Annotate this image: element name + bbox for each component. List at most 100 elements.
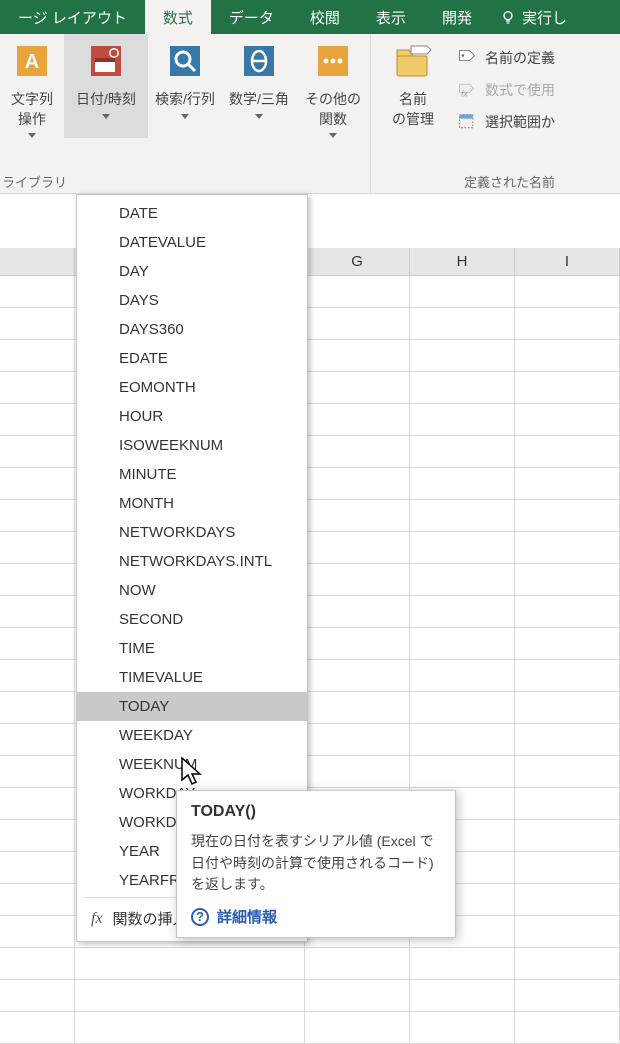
cell[interactable] bbox=[410, 308, 515, 340]
cell[interactable] bbox=[305, 692, 410, 724]
cell[interactable] bbox=[0, 628, 75, 660]
tab-review[interactable]: 校閲 bbox=[292, 0, 358, 34]
cell[interactable] bbox=[410, 1012, 515, 1044]
cell[interactable] bbox=[0, 852, 75, 884]
cell[interactable] bbox=[515, 372, 620, 404]
cell[interactable] bbox=[515, 404, 620, 436]
cell[interactable] bbox=[0, 468, 75, 500]
cell[interactable] bbox=[305, 404, 410, 436]
menu-item-edate[interactable]: EDATE bbox=[77, 344, 307, 373]
menu-item-weekday[interactable]: WEEKDAY bbox=[77, 721, 307, 750]
cell[interactable] bbox=[410, 564, 515, 596]
cell[interactable] bbox=[515, 628, 620, 660]
cell[interactable] bbox=[410, 500, 515, 532]
menu-item-networkdays[interactable]: NETWORKDAYS bbox=[77, 518, 307, 547]
cell[interactable] bbox=[0, 788, 75, 820]
cell[interactable] bbox=[410, 468, 515, 500]
cell[interactable] bbox=[0, 820, 75, 852]
cell[interactable] bbox=[305, 596, 410, 628]
cell[interactable] bbox=[515, 980, 620, 1012]
cell[interactable] bbox=[305, 436, 410, 468]
cell[interactable] bbox=[410, 372, 515, 404]
cell[interactable] bbox=[0, 372, 75, 404]
menu-item-timevalue[interactable]: TIMEVALUE bbox=[77, 663, 307, 692]
cell[interactable] bbox=[305, 468, 410, 500]
cell[interactable] bbox=[0, 596, 75, 628]
cell[interactable] bbox=[410, 532, 515, 564]
cell[interactable] bbox=[305, 340, 410, 372]
cell[interactable] bbox=[515, 500, 620, 532]
cell[interactable] bbox=[0, 404, 75, 436]
cell[interactable] bbox=[410, 980, 515, 1012]
menu-item-now[interactable]: NOW bbox=[77, 576, 307, 605]
cell[interactable] bbox=[410, 660, 515, 692]
cell[interactable] bbox=[0, 756, 75, 788]
cell[interactable] bbox=[75, 1012, 305, 1044]
cell[interactable] bbox=[410, 692, 515, 724]
lookup-functions-button[interactable]: 検索/行列 bbox=[148, 34, 222, 138]
cell[interactable] bbox=[410, 724, 515, 756]
col-header-i[interactable]: I bbox=[515, 248, 620, 275]
menu-item-days[interactable]: DAYS bbox=[77, 286, 307, 315]
use-in-formula-button[interactable]: fx 数式で使用 bbox=[455, 74, 557, 106]
menu-item-weeknum[interactable]: WEEKNUM bbox=[77, 750, 307, 779]
cell[interactable] bbox=[410, 948, 515, 980]
cell[interactable] bbox=[515, 916, 620, 948]
cell[interactable] bbox=[515, 468, 620, 500]
cell[interactable] bbox=[515, 820, 620, 852]
cell[interactable] bbox=[305, 564, 410, 596]
cell[interactable] bbox=[410, 276, 515, 308]
cell[interactable] bbox=[515, 884, 620, 916]
cell[interactable] bbox=[515, 276, 620, 308]
cell[interactable] bbox=[305, 500, 410, 532]
cell[interactable] bbox=[305, 276, 410, 308]
cell[interactable] bbox=[305, 308, 410, 340]
create-from-selection-button[interactable]: 選択範囲か bbox=[455, 106, 557, 138]
cell[interactable] bbox=[410, 436, 515, 468]
cell[interactable] bbox=[305, 756, 410, 788]
cell[interactable] bbox=[0, 500, 75, 532]
cell[interactable] bbox=[410, 596, 515, 628]
cell[interactable] bbox=[305, 628, 410, 660]
col-header-h[interactable]: H bbox=[410, 248, 515, 275]
cell[interactable] bbox=[0, 980, 75, 1012]
menu-item-minute[interactable]: MINUTE bbox=[77, 460, 307, 489]
name-manager-button[interactable]: 名前 の管理 bbox=[379, 34, 447, 129]
cell[interactable] bbox=[515, 308, 620, 340]
cell[interactable] bbox=[0, 724, 75, 756]
cell[interactable] bbox=[515, 788, 620, 820]
tell-me[interactable]: 実行し bbox=[490, 0, 577, 34]
menu-item-today[interactable]: TODAY bbox=[77, 692, 307, 721]
cell[interactable] bbox=[75, 948, 305, 980]
tab-view[interactable]: 表示 bbox=[358, 0, 424, 34]
cell[interactable] bbox=[305, 980, 410, 1012]
cell[interactable] bbox=[515, 724, 620, 756]
text-functions-button[interactable]: A 文字列 操作 bbox=[0, 34, 64, 138]
cell[interactable] bbox=[515, 852, 620, 884]
cell[interactable] bbox=[0, 692, 75, 724]
cell[interactable] bbox=[0, 532, 75, 564]
cell[interactable] bbox=[410, 404, 515, 436]
tab-developer[interactable]: 開発 bbox=[424, 0, 490, 34]
tab-data[interactable]: データ bbox=[211, 0, 292, 34]
menu-item-hour[interactable]: HOUR bbox=[77, 402, 307, 431]
cell[interactable] bbox=[0, 564, 75, 596]
datetime-functions-button[interactable]: 日付/時刻 bbox=[64, 34, 148, 138]
cell[interactable] bbox=[0, 340, 75, 372]
cell[interactable] bbox=[0, 884, 75, 916]
menu-item-datevalue[interactable]: DATEVALUE bbox=[77, 228, 307, 257]
cell[interactable] bbox=[515, 1012, 620, 1044]
cell[interactable] bbox=[410, 340, 515, 372]
more-functions-button[interactable]: その他の 関数 bbox=[296, 34, 370, 138]
cell[interactable] bbox=[305, 724, 410, 756]
tooltip-more-link[interactable]: ? 詳細情報 bbox=[191, 906, 441, 927]
menu-item-networkdays-intl[interactable]: NETWORKDAYS.INTL bbox=[77, 547, 307, 576]
cell[interactable] bbox=[0, 916, 75, 948]
cell[interactable] bbox=[515, 532, 620, 564]
cell[interactable] bbox=[0, 436, 75, 468]
cell[interactable] bbox=[0, 948, 75, 980]
cell[interactable] bbox=[305, 372, 410, 404]
cell[interactable] bbox=[515, 340, 620, 372]
cell[interactable] bbox=[305, 532, 410, 564]
menu-item-days360[interactable]: DAYS360 bbox=[77, 315, 307, 344]
